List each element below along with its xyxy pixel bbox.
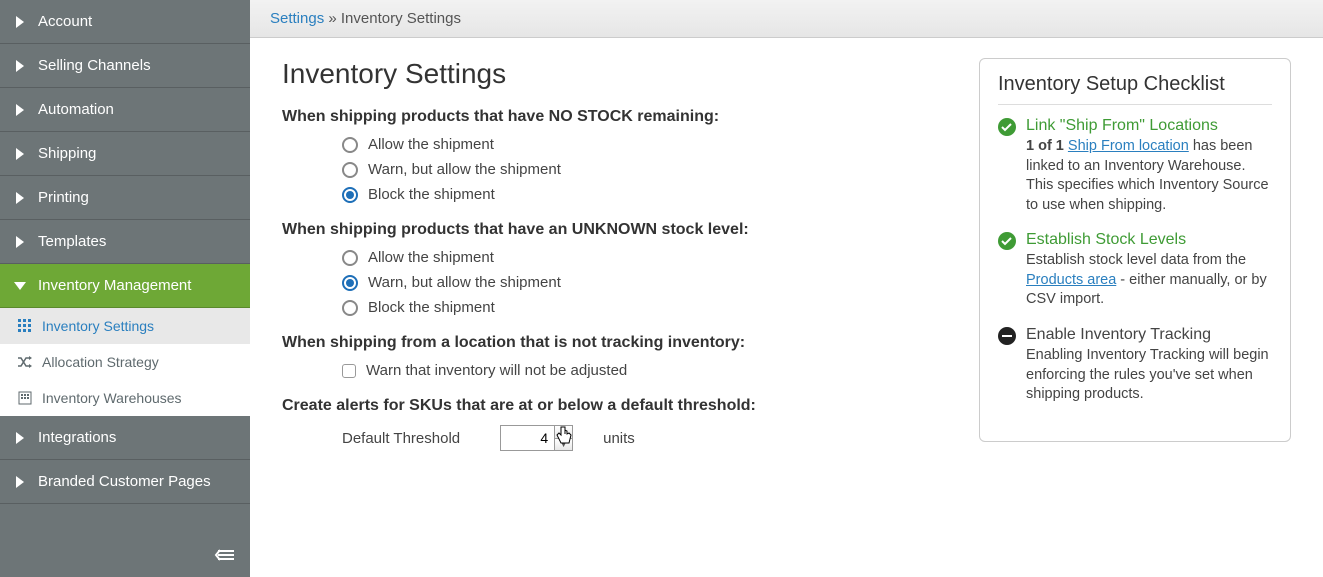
minus-circle-icon <box>998 327 1016 345</box>
shuffle-icon <box>18 355 32 369</box>
checkbox-group-not-tracking: Warn that inventory will not be adjusted <box>282 362 939 379</box>
section-head-threshold: Create alerts for SKUs that are at or be… <box>282 397 939 415</box>
threshold-spinner[interactable]: ▲ ▼ <box>555 425 573 451</box>
building-icon <box>18 391 32 405</box>
checklist-panel: Inventory Setup Checklist Link "Ship Fro… <box>979 58 1291 442</box>
check-circle-icon <box>998 118 1016 136</box>
threshold-units: units <box>603 430 635 447</box>
chevron-right-icon <box>16 104 26 116</box>
sidebar: Account Selling Channels Automation Ship… <box>0 0 250 577</box>
chevron-down-icon <box>16 280 26 292</box>
checklist-item-body: 1 of 1 Ship From location has been linke… <box>1026 137 1272 215</box>
checkbox-label: Warn that inventory will not be adjusted <box>366 362 627 379</box>
sidebar-item-selling-channels[interactable]: Selling Channels <box>0 44 250 88</box>
sub-item-label: Inventory Warehouses <box>42 390 182 406</box>
sidebar-item-inventory-management[interactable]: Inventory Management <box>0 264 250 308</box>
radio-label: Block the shipment <box>368 186 495 203</box>
radio-label: Block the shipment <box>368 299 495 316</box>
sidebar-item-label: Automation <box>38 101 114 118</box>
grid-icon <box>18 319 32 333</box>
spinner-up-icon[interactable]: ▲ <box>555 426 572 439</box>
chevron-right-icon <box>16 476 26 488</box>
sidebar-item-label: Shipping <box>38 145 96 162</box>
sidebar-item-label: Selling Channels <box>38 57 151 74</box>
checkbox-warn-not-adjusted[interactable]: Warn that inventory will not be adjusted <box>342 362 939 379</box>
chevron-right-icon <box>16 148 26 160</box>
checklist-item-link-locations: Link "Ship From" Locations 1 of 1 Ship F… <box>998 117 1272 215</box>
sidebar-item-label: Integrations <box>38 429 116 446</box>
ship-from-location-link[interactable]: Ship From location <box>1068 138 1189 154</box>
section-head-no-stock: When shipping products that have NO STOC… <box>282 108 939 126</box>
sidebar-item-account[interactable]: Account <box>0 0 250 44</box>
sidebar-item-label: Branded Customer Pages <box>38 473 211 490</box>
radio-no-stock-allow[interactable]: Allow the shipment <box>342 136 939 153</box>
checklist-item-title: Link "Ship From" Locations <box>1026 117 1272 135</box>
breadcrumb-current: Inventory Settings <box>341 10 461 27</box>
main: Settings » Inventory Settings Inventory … <box>250 0 1323 577</box>
checklist-item-enable-tracking: Enable Inventory Tracking Enabling Inven… <box>998 326 1272 405</box>
radio-icon <box>342 162 358 178</box>
sidebar-item-printing[interactable]: Printing <box>0 176 250 220</box>
chevron-right-icon <box>16 432 26 444</box>
checklist-item-body: Establish stock level data from the Prod… <box>1026 251 1272 310</box>
breadcrumb: Settings » Inventory Settings <box>250 0 1323 38</box>
sidebar-item-shipping[interactable]: Shipping <box>0 132 250 176</box>
radio-icon <box>342 300 358 316</box>
section-head-not-tracking: When shipping from a location that is no… <box>282 334 939 352</box>
chevron-right-icon <box>16 60 26 72</box>
sidebar-item-automation[interactable]: Automation <box>0 88 250 132</box>
sidebar-item-label: Printing <box>38 189 89 206</box>
radio-label: Warn, but allow the shipment <box>368 274 561 291</box>
sidebar-item-label: Account <box>38 13 92 30</box>
checklist-title: Inventory Setup Checklist <box>998 73 1272 105</box>
check-circle-icon <box>998 232 1016 250</box>
page-title: Inventory Settings <box>282 58 939 90</box>
breadcrumb-separator: » <box>328 10 336 27</box>
sidebar-item-label: Templates <box>38 233 106 250</box>
sidebar-item-label: Inventory Management <box>38 277 191 294</box>
radio-unknown-allow[interactable]: Allow the shipment <box>342 249 939 266</box>
sub-item-inventory-warehouses[interactable]: Inventory Warehouses <box>0 380 250 416</box>
section-head-unknown: When shipping products that have an UNKN… <box>282 221 939 239</box>
radio-icon <box>342 275 358 291</box>
checklist-item-title: Establish Stock Levels <box>1026 231 1272 249</box>
chevron-right-icon <box>16 236 26 248</box>
breadcrumb-root-link[interactable]: Settings <box>270 10 324 27</box>
radio-group-unknown: Allow the shipment Warn, but allow the s… <box>282 249 939 316</box>
sub-item-label: Allocation Strategy <box>42 354 159 370</box>
checklist-item-body: Enabling Inventory Tracking will begin e… <box>1026 346 1272 405</box>
checklist-item-stock-levels: Establish Stock Levels Establish stock l… <box>998 231 1272 310</box>
sub-item-allocation-strategy[interactable]: Allocation Strategy <box>0 344 250 380</box>
radio-label: Warn, but allow the shipment <box>368 161 561 178</box>
checklist-item-title: Enable Inventory Tracking <box>1026 326 1272 344</box>
radio-no-stock-warn[interactable]: Warn, but allow the shipment <box>342 161 939 178</box>
collapse-sidebar-button[interactable] <box>198 538 250 577</box>
threshold-label: Default Threshold <box>342 430 460 447</box>
sub-item-inventory-settings[interactable]: Inventory Settings <box>0 308 250 344</box>
radio-unknown-block[interactable]: Block the shipment <box>342 299 939 316</box>
chevron-right-icon <box>16 192 26 204</box>
sub-item-label: Inventory Settings <box>42 318 154 334</box>
products-area-link[interactable]: Products area <box>1026 272 1116 288</box>
radio-label: Allow the shipment <box>368 136 494 153</box>
threshold-input[interactable] <box>500 425 555 451</box>
chevron-right-icon <box>16 16 26 28</box>
radio-no-stock-block[interactable]: Block the shipment <box>342 186 939 203</box>
sidebar-item-templates[interactable]: Templates <box>0 220 250 264</box>
checkbox-icon <box>342 364 356 378</box>
radio-group-no-stock: Allow the shipment Warn, but allow the s… <box>282 136 939 203</box>
radio-label: Allow the shipment <box>368 249 494 266</box>
spinner-down-icon[interactable]: ▼ <box>555 439 572 451</box>
sidebar-item-integrations[interactable]: Integrations <box>0 416 250 460</box>
radio-icon <box>342 250 358 266</box>
radio-icon <box>342 187 358 203</box>
radio-icon <box>342 137 358 153</box>
sidebar-item-branded-customer-pages[interactable]: Branded Customer Pages <box>0 460 250 504</box>
radio-unknown-warn[interactable]: Warn, but allow the shipment <box>342 274 939 291</box>
